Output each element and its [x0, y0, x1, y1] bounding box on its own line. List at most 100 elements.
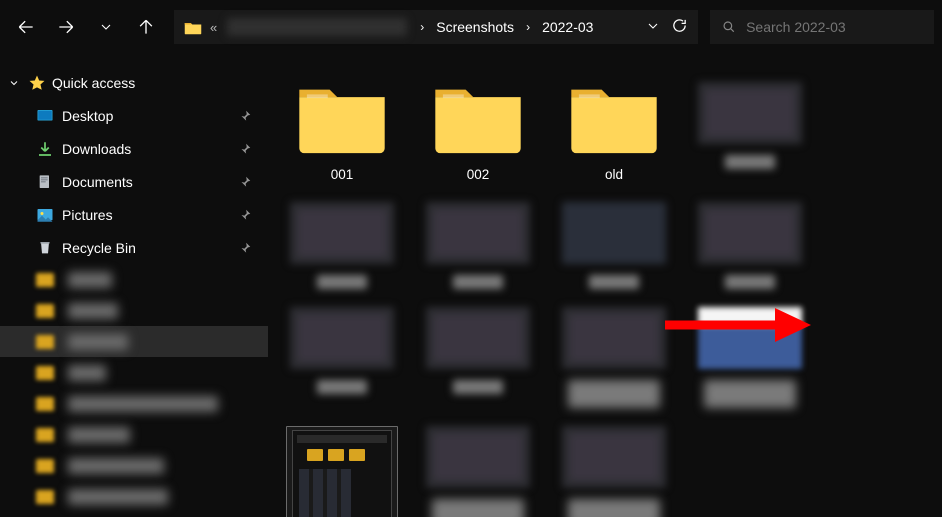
file-item-selected[interactable]: explorer_DzqacYbVFf — [286, 426, 398, 517]
sidebar-item-downloads[interactable]: Downloads — [0, 132, 268, 165]
image-thumbnail — [426, 426, 530, 488]
folder-item[interactable]: 001 — [286, 82, 398, 184]
folder-icon — [36, 304, 54, 318]
file-label — [568, 380, 660, 408]
folder-label: 002 — [467, 167, 490, 184]
file-item[interactable] — [694, 202, 806, 289]
file-label — [453, 275, 503, 289]
pin-icon — [238, 175, 252, 189]
folder-icon — [36, 428, 54, 442]
sidebar-item-documents[interactable]: Documents — [0, 165, 268, 198]
folder-icon — [36, 459, 54, 473]
sidebar-item-hidden[interactable] — [0, 357, 268, 388]
address-bar[interactable]: « › Screenshots › 2022-03 — [174, 10, 698, 44]
image-thumbnail — [426, 307, 530, 369]
file-item[interactable] — [558, 426, 670, 517]
breadcrumb-current[interactable]: 2022-03 — [539, 19, 596, 35]
path-hidden-segment — [227, 18, 407, 36]
file-item[interactable] — [286, 307, 398, 408]
downloads-icon — [36, 140, 54, 158]
folder-icon — [429, 82, 527, 156]
file-item[interactable] — [422, 307, 534, 408]
sidebar-item-hidden[interactable] — [0, 388, 268, 419]
image-thumbnail — [562, 426, 666, 488]
star-icon — [28, 74, 46, 92]
recent-dropdown[interactable] — [88, 9, 124, 45]
sidebar-item-recycle-bin[interactable]: Recycle Bin — [0, 231, 268, 264]
content-pane[interactable]: 001 002 old explor — [268, 54, 942, 517]
file-label — [453, 380, 503, 394]
file-label — [317, 275, 367, 289]
image-thumbnail — [698, 82, 802, 144]
image-thumbnail — [426, 202, 530, 264]
chevron-right-icon[interactable]: › — [417, 20, 427, 34]
path-overflow-icon[interactable]: « — [210, 20, 217, 35]
documents-icon — [36, 173, 54, 191]
file-label — [725, 275, 775, 289]
sidebar-item-hidden[interactable] — [0, 419, 268, 450]
refresh-button[interactable] — [671, 17, 688, 37]
search-box[interactable] — [710, 10, 934, 44]
forward-button[interactable] — [48, 9, 84, 45]
quick-access-header[interactable]: Quick access — [0, 66, 268, 99]
file-item[interactable] — [422, 426, 534, 517]
search-icon — [722, 19, 736, 35]
file-item[interactable] — [694, 82, 806, 184]
main-area: Quick access Desktop Downloads Documents — [0, 54, 942, 517]
folder-item[interactable]: 002 — [422, 82, 534, 184]
file-label — [725, 155, 775, 169]
image-thumbnail — [562, 202, 666, 264]
file-label — [432, 499, 524, 517]
file-item[interactable] — [558, 202, 670, 289]
file-item[interactable] — [558, 307, 670, 408]
sidebar-item-label: Recycle Bin — [62, 240, 136, 256]
folder-icon — [36, 366, 54, 380]
chevron-down-icon[interactable] — [8, 77, 22, 89]
folder-item[interactable]: old — [558, 82, 670, 184]
sidebar-item-hidden[interactable] — [0, 481, 268, 512]
sidebar-item-desktop[interactable]: Desktop — [0, 99, 268, 132]
pictures-icon — [36, 206, 54, 224]
sidebar-item-current[interactable] — [0, 326, 268, 357]
folder-icon — [184, 20, 202, 35]
items-grid: 001 002 old explor — [286, 82, 932, 517]
file-label — [568, 499, 660, 517]
sidebar-item-label: Downloads — [62, 141, 131, 157]
folder-icon — [293, 82, 391, 156]
search-input[interactable] — [746, 19, 922, 35]
pin-icon — [238, 208, 252, 222]
image-thumbnail — [562, 307, 666, 369]
up-button[interactable] — [128, 9, 164, 45]
folder-icon — [36, 397, 54, 411]
file-label — [589, 275, 639, 289]
sidebar-item-hidden[interactable] — [0, 264, 268, 295]
sidebar-item-hidden[interactable] — [0, 450, 268, 481]
sidebar: Quick access Desktop Downloads Documents — [0, 54, 268, 517]
image-thumbnail — [292, 430, 392, 517]
pin-icon — [238, 142, 252, 156]
folder-icon — [36, 335, 54, 349]
folder-icon — [36, 273, 54, 287]
chevron-right-icon[interactable]: › — [523, 20, 533, 34]
folder-label: old — [605, 167, 623, 184]
sidebar-item-label: Pictures — [62, 207, 113, 223]
sidebar-item-label: Desktop — [62, 108, 113, 124]
sidebar-item-label: Documents — [62, 174, 133, 190]
file-item[interactable] — [422, 202, 534, 289]
folder-icon — [565, 82, 663, 156]
pin-icon — [238, 241, 252, 255]
back-button[interactable] — [8, 9, 44, 45]
history-dropdown[interactable] — [645, 18, 661, 37]
file-item[interactable] — [694, 307, 806, 408]
folder-icon — [36, 490, 54, 504]
breadcrumb-screenshots[interactable]: Screenshots — [433, 19, 517, 35]
folder-label: 001 — [331, 167, 354, 184]
image-thumbnail — [698, 202, 802, 264]
file-item[interactable] — [286, 202, 398, 289]
pin-icon — [238, 109, 252, 123]
image-thumbnail — [290, 307, 394, 369]
sidebar-item-hidden[interactable] — [0, 295, 268, 326]
toolbar: « › Screenshots › 2022-03 — [0, 0, 942, 54]
quick-access-label: Quick access — [52, 75, 135, 91]
sidebar-item-pictures[interactable]: Pictures — [0, 198, 268, 231]
